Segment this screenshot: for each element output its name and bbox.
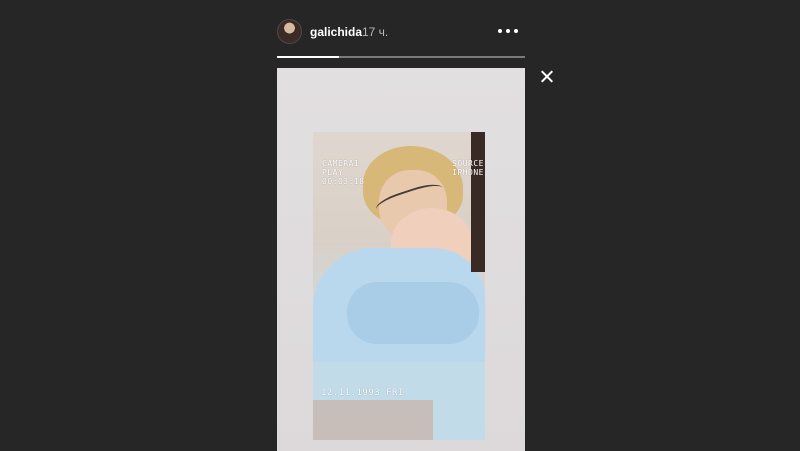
more-dot bbox=[498, 29, 502, 33]
vhs-device-label: IPHONE bbox=[452, 168, 484, 177]
avatar[interactable] bbox=[277, 19, 302, 44]
close-icon[interactable] bbox=[537, 67, 557, 87]
vhs-overlay-left: CAMERA1 PLAY 00:03:18 bbox=[322, 159, 365, 186]
vhs-source-label: SOURCE bbox=[452, 159, 484, 168]
more-dot bbox=[506, 29, 510, 33]
vhs-timecode: 00:03:18 bbox=[322, 177, 365, 186]
more-options-icon[interactable] bbox=[498, 24, 518, 38]
story-progress-bar bbox=[277, 56, 525, 58]
vhs-date: 12.11.1993 FRI bbox=[321, 388, 404, 398]
vhs-camera-label: CAMERA1 bbox=[322, 159, 360, 168]
username[interactable]: galichida bbox=[310, 25, 362, 39]
story-progress-fill bbox=[277, 56, 339, 58]
vhs-play-label: PLAY bbox=[322, 168, 344, 177]
vhs-overlay-right: SOURCE IPHONE bbox=[452, 159, 484, 177]
story-frame[interactable]: CAMERA1 PLAY 00:03:18 SOURCE IPHONE 12.1… bbox=[277, 68, 525, 451]
story-photo: CAMERA1 PLAY 00:03:18 SOURCE IPHONE 12.1… bbox=[313, 132, 485, 440]
story-header: galichida 17 ч. bbox=[277, 18, 525, 46]
photo-dark-edge bbox=[471, 132, 485, 272]
story-timestamp: 17 ч. bbox=[362, 25, 389, 39]
more-dot bbox=[514, 29, 518, 33]
photo-floor bbox=[313, 400, 433, 440]
photo-arm bbox=[347, 282, 479, 344]
